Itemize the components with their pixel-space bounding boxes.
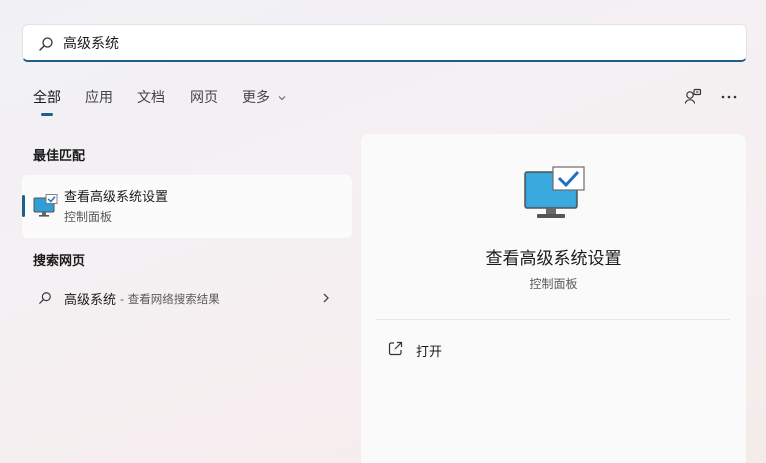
search-icon <box>39 292 51 304</box>
web-search-query: 高级系统 <box>64 293 117 308</box>
chevron-right-icon <box>323 293 329 303</box>
web-search-heading: 搜索网页 <box>33 254 86 269</box>
preview-subtitle: 控制面板 <box>529 277 578 291</box>
tab-more-label: 更多 <box>242 90 270 106</box>
chevron-down-icon <box>279 96 286 101</box>
search-icon <box>39 37 53 51</box>
divider <box>376 319 730 320</box>
web-search-suffix: - 查看网络搜索结果 <box>120 292 220 306</box>
search-box[interactable] <box>22 24 747 62</box>
more-options-icon[interactable] <box>719 87 739 107</box>
web-search-result[interactable]: 高级系统 - 查看网络搜索结果 <box>22 283 352 313</box>
preview-pane: 查看高级系统设置 控制面板 打开 <box>361 134 746 463</box>
system-monitor-checkmark-icon <box>33 194 58 217</box>
tab-all[interactable]: 全部 <box>33 86 61 110</box>
open-external-icon <box>388 341 403 356</box>
active-tab-indicator <box>41 113 53 116</box>
best-match-result[interactable]: 查看高级系统设置 控制面板 <box>22 175 352 238</box>
best-match-heading: 最佳匹配 <box>33 149 86 164</box>
selection-indicator <box>22 195 25 217</box>
search-input[interactable] <box>63 33 723 53</box>
account-switch-icon[interactable] <box>683 87 703 107</box>
system-monitor-checkmark-icon <box>524 166 585 218</box>
result-title: 查看高级系统设置 <box>64 190 169 205</box>
tab-documents[interactable]: 文档 <box>137 86 165 110</box>
result-subtitle: 控制面板 <box>64 210 113 224</box>
preview-title: 查看高级系统设置 <box>485 249 622 269</box>
tab-apps[interactable]: 应用 <box>85 86 113 110</box>
tab-web[interactable]: 网页 <box>190 86 218 110</box>
open-label: 打开 <box>416 345 443 360</box>
tab-more[interactable]: 更多 <box>242 86 286 110</box>
open-button[interactable]: 打开 <box>376 334 730 364</box>
